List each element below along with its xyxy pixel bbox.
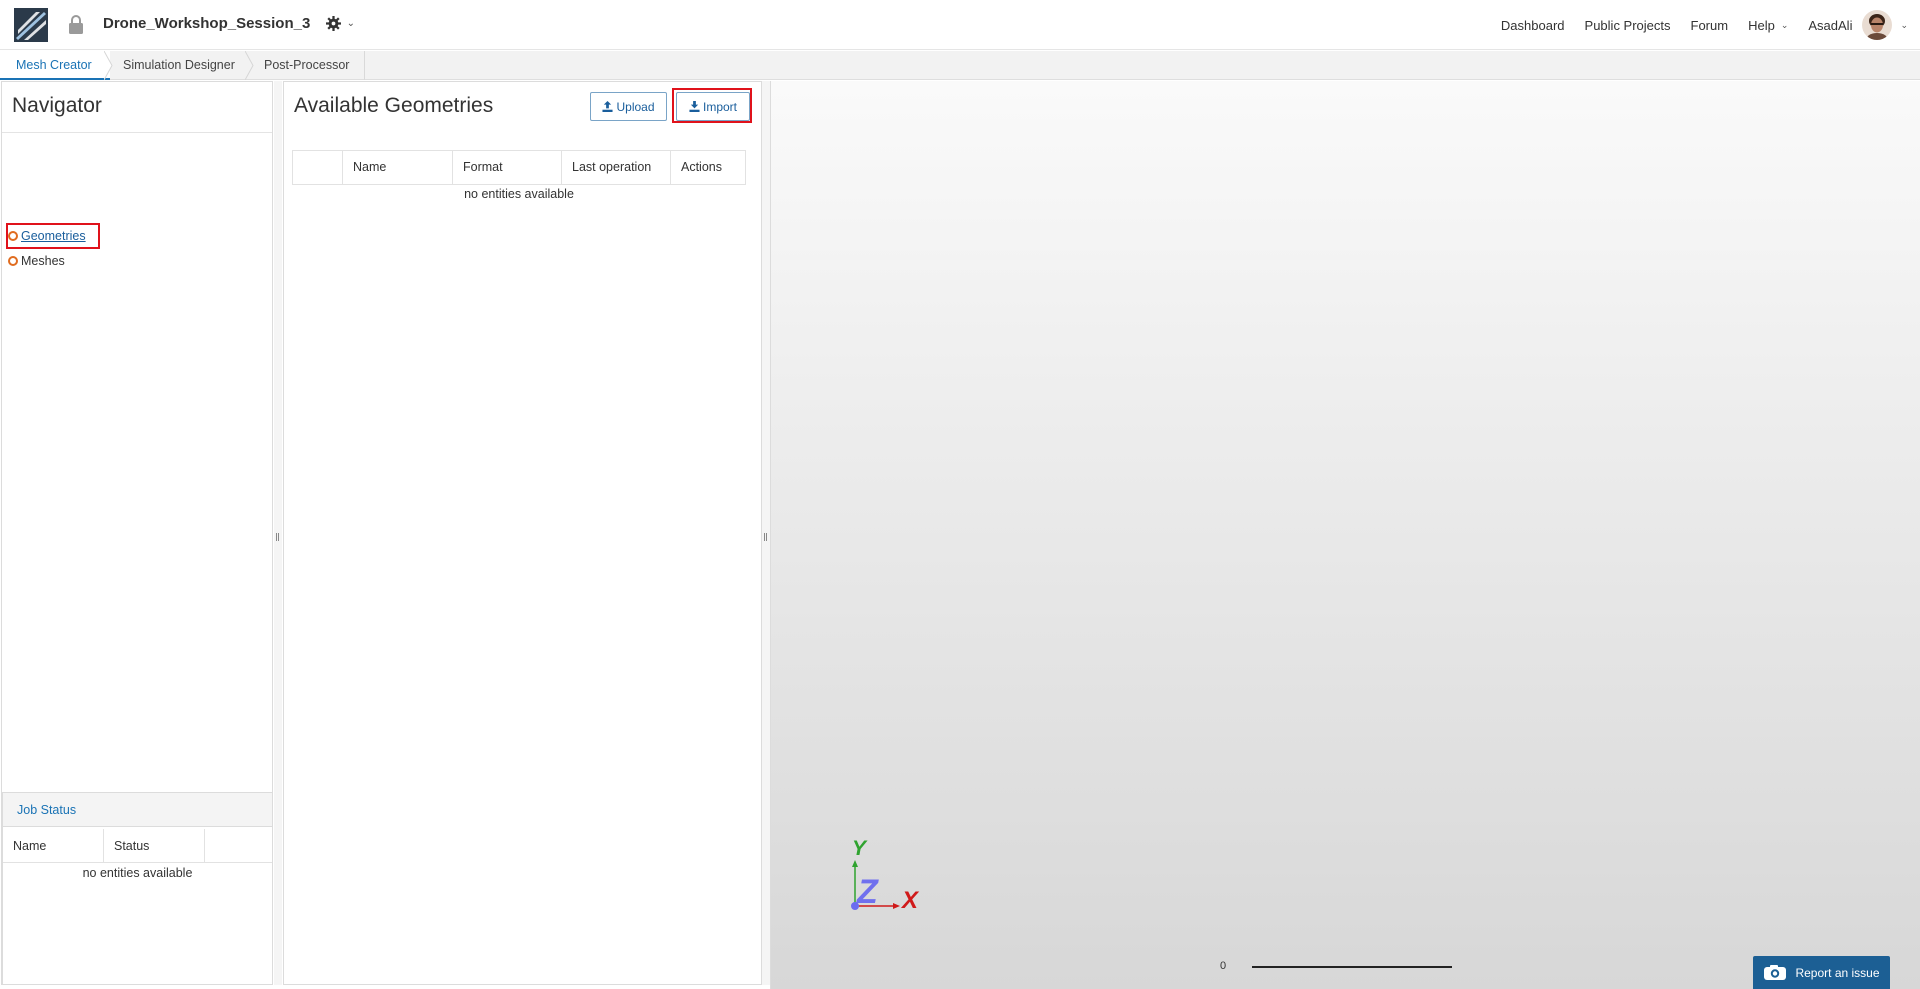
gear-icon [326, 16, 341, 32]
import-button-label: Import [702, 99, 737, 114]
simscale-logo-icon[interactable] [14, 8, 48, 42]
column-header-actions: Actions [681, 160, 722, 174]
report-issue-button[interactable]: Report an issue [1753, 956, 1890, 989]
chevron-down-icon: ⌄ [1780, 19, 1789, 30]
column-header-format[interactable]: Format [453, 151, 562, 184]
column-header-select [293, 151, 343, 184]
workflow-tabs: Mesh Creator Simulation Designer Post-Pr… [0, 51, 1920, 80]
upload-button-label: Upload [616, 99, 655, 114]
tab-simulation-designer[interactable]: Simulation Designer [110, 51, 250, 80]
job-status-table-header: Name Status [3, 829, 272, 863]
geometries-empty-message: no entities available [464, 187, 574, 201]
panel-splitter-left[interactable] [274, 81, 282, 985]
chevron-down-icon: ⌄ [346, 18, 356, 30]
navigator-title: Navigator [12, 94, 102, 117]
download-icon [689, 101, 700, 112]
navigator-divider [2, 132, 272, 133]
scale-bar: 0 [1220, 958, 1460, 978]
job-status-empty-message: no entities available [82, 866, 193, 880]
column-header-name[interactable]: Name [3, 829, 104, 863]
geometries-table-header: Name Format Last operation Actions [292, 150, 746, 185]
nav-public-projects-link[interactable]: Public Projects [1585, 18, 1671, 33]
tab-mesh-creator[interactable]: Mesh Creator [0, 51, 110, 80]
upload-button[interactable]: Upload [590, 92, 667, 121]
geometries-panel-title: Available Geometries [294, 94, 494, 117]
avatar [1862, 10, 1893, 40]
tree-item-label: Meshes [21, 254, 65, 268]
tab-post-processor[interactable]: Post-Processor [250, 51, 365, 80]
nav-forum-link[interactable]: Forum [1691, 18, 1729, 33]
drag-handle-icon [764, 529, 768, 541]
camera-icon [1764, 964, 1787, 980]
chevron-down-icon: ⌄ [1900, 19, 1908, 30]
project-title: Drone_Workshop_Session_3 [103, 15, 311, 32]
report-issue-label: Report an issue [1795, 965, 1880, 980]
panel-splitter-right[interactable] [762, 81, 770, 985]
top-navigation: Dashboard Public Projects Forum Help ⌄ A… [1501, 0, 1920, 50]
circle-outline-icon [8, 256, 18, 266]
axis-y-label: Y [852, 837, 868, 860]
scale-bar-label: 0 [1220, 960, 1227, 972]
scale-bar-line [1252, 966, 1452, 968]
project-settings-button[interactable]: ⌄ [326, 15, 358, 35]
geometries-panel: Available Geometries Upload Import Name … [283, 81, 762, 985]
job-status-panel: Job Status Name Status no entities avail… [2, 792, 273, 985]
axis-z-label: Z [856, 873, 879, 911]
column-header-last-operation[interactable]: Last operation [562, 151, 671, 184]
nav-dashboard-link[interactable]: Dashboard [1501, 18, 1565, 33]
axis-x-label: X [900, 887, 920, 914]
top-header: Drone_Workshop_Session_3 ⌄ Dashboard Pub… [0, 0, 1920, 50]
import-button[interactable]: Import [676, 92, 750, 121]
job-status-title[interactable]: Job Status [3, 793, 272, 827]
tree-item-label: Geometries [21, 229, 86, 243]
upload-icon [602, 101, 614, 112]
tree-item-geometries[interactable]: Geometries [8, 226, 86, 246]
column-header-blank [205, 829, 272, 863]
circle-outline-icon [8, 231, 18, 241]
3d-viewport[interactable]: Y Z X 0 Report an issue [770, 81, 1920, 989]
user-menu[interactable]: AsadAli ⌄ [1808, 10, 1908, 40]
drag-handle-icon [276, 529, 280, 541]
user-name: AsadAli [1808, 17, 1853, 33]
column-header-name[interactable]: Name [343, 151, 453, 184]
axis-triad: Y Z X [838, 836, 938, 926]
tree-item-meshes[interactable]: Meshes [8, 251, 65, 271]
help-label: Help [1748, 17, 1775, 33]
column-header-status[interactable]: Status [104, 829, 205, 863]
lock-icon [68, 15, 84, 35]
help-menu[interactable]: Help ⌄ [1748, 18, 1788, 33]
